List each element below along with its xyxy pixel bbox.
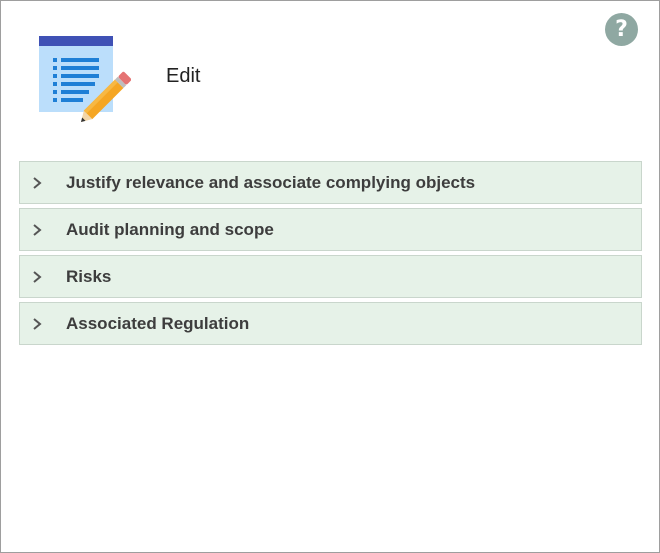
chevron-right-icon bbox=[33, 270, 42, 283]
section-label: Justify relevance and associate complyin… bbox=[66, 172, 476, 192]
section-risks[interactable]: Risks bbox=[19, 255, 642, 298]
section-label: Risks bbox=[66, 266, 112, 286]
edit-list-pencil-icon bbox=[39, 36, 131, 122]
help-button[interactable]: ? bbox=[605, 13, 638, 46]
dialog-frame: ? Edit Justify relevance and associate c… bbox=[0, 0, 660, 553]
section-label: Audit planning and scope bbox=[66, 219, 274, 239]
section-label: Associated Regulation bbox=[66, 313, 250, 333]
chevron-right-icon bbox=[33, 176, 42, 189]
section-list: Justify relevance and associate complyin… bbox=[19, 161, 642, 349]
section-audit-planning[interactable]: Audit planning and scope bbox=[19, 208, 642, 251]
page-title: Edit bbox=[166, 65, 201, 87]
section-associated-regulation[interactable]: Associated Regulation bbox=[19, 302, 642, 345]
help-icon: ? bbox=[615, 17, 628, 42]
chevron-right-icon bbox=[33, 223, 42, 236]
chevron-right-icon bbox=[33, 317, 42, 330]
section-justify-relevance[interactable]: Justify relevance and associate complyin… bbox=[19, 161, 642, 204]
